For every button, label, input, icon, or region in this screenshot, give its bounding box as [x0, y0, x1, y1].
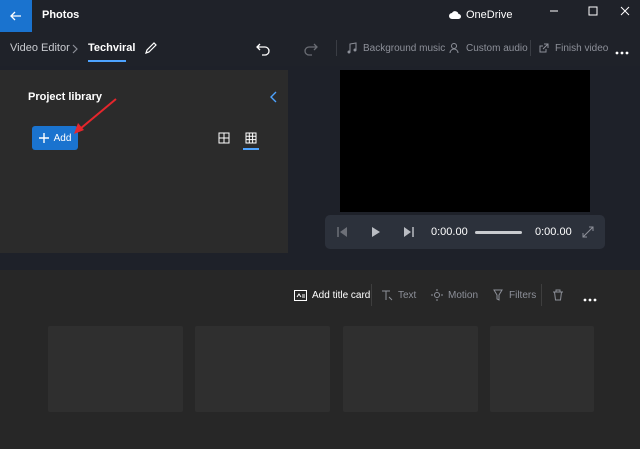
- undo-button[interactable]: [255, 40, 271, 56]
- small-grid-view-button[interactable]: [243, 130, 259, 146]
- text-label: Text: [398, 289, 417, 301]
- filters-label: Filters: [509, 289, 537, 301]
- total-time: 0:00.00: [535, 226, 572, 238]
- more-options-button[interactable]: [614, 44, 630, 55]
- title-card-icon: [294, 289, 307, 301]
- active-view-indicator: [243, 148, 259, 150]
- toolbar-divider: [530, 40, 531, 56]
- delete-button[interactable]: [552, 287, 564, 303]
- annotation-arrow: [74, 98, 117, 134]
- close-icon: [620, 6, 630, 16]
- minimize-icon: [550, 10, 558, 12]
- close-button[interactable]: [605, 0, 640, 22]
- collapse-library-button[interactable]: [268, 90, 280, 103]
- more-icon: [583, 298, 597, 302]
- music-note-icon: [347, 42, 357, 54]
- onedrive-status[interactable]: OneDrive: [449, 7, 512, 23]
- back-button[interactable]: [0, 0, 32, 32]
- arrow-left-icon: [10, 11, 21, 21]
- add-title-card-label: Add title card: [312, 289, 371, 301]
- filters-button[interactable]: Filters: [492, 287, 536, 303]
- project-name-underline: [88, 60, 126, 62]
- add-label: Add: [53, 132, 72, 144]
- chevron-right-icon: [72, 44, 78, 54]
- motion-icon: [431, 289, 443, 301]
- pencil-icon: [145, 42, 157, 54]
- more-icon: [615, 51, 629, 55]
- text-button[interactable]: Text: [381, 287, 416, 303]
- play-button[interactable]: [368, 224, 382, 240]
- rename-button[interactable]: [143, 40, 159, 56]
- video-preview: [340, 70, 590, 212]
- finish-video-button[interactable]: Finish video: [538, 40, 608, 56]
- storyboard-divider: [541, 284, 542, 306]
- finish-video-label: Finish video: [555, 42, 609, 54]
- toolbar-divider: [336, 40, 337, 56]
- skip-back-icon: [337, 227, 347, 237]
- skip-forward-icon: [404, 227, 414, 237]
- minimize-button[interactable]: [534, 0, 574, 22]
- person-audio-icon: [449, 43, 459, 54]
- cloud-icon: [449, 11, 461, 19]
- project-name[interactable]: Techviral: [88, 42, 136, 54]
- trash-icon: [553, 289, 563, 301]
- previous-frame-button[interactable]: [335, 224, 349, 240]
- motion-label: Motion: [448, 289, 479, 301]
- filter-icon: [493, 289, 503, 301]
- export-icon: [539, 43, 549, 53]
- storyboard-divider: [371, 284, 372, 306]
- motion-button[interactable]: Motion: [431, 287, 478, 303]
- redo-button[interactable]: [303, 40, 319, 56]
- storyboard-slot[interactable]: [490, 326, 594, 412]
- redo-icon: [304, 43, 318, 56]
- current-time: 0:00.00: [431, 226, 468, 238]
- chevron-left-icon: [270, 91, 277, 103]
- breadcrumb-video-editor[interactable]: Video Editor: [10, 42, 70, 54]
- grid-large-icon: [218, 132, 230, 144]
- next-frame-button[interactable]: [402, 224, 416, 240]
- plus-icon: [38, 133, 49, 143]
- grid-small-icon: [245, 132, 257, 144]
- background-music-button[interactable]: Background music: [346, 40, 445, 56]
- add-title-card-button[interactable]: Add title card: [294, 287, 370, 303]
- fullscreen-button[interactable]: [581, 224, 595, 240]
- text-icon: [382, 290, 393, 301]
- app-title: Photos: [42, 9, 80, 21]
- scrubber-track[interactable]: [475, 231, 522, 234]
- storyboard-slot[interactable]: [48, 326, 183, 412]
- expand-icon: [582, 226, 594, 238]
- onedrive-label: OneDrive: [466, 9, 513, 21]
- background-music-label: Background music: [363, 42, 446, 54]
- undo-icon: [256, 43, 270, 56]
- custom-audio-label: Custom audio: [466, 42, 528, 54]
- custom-audio-button[interactable]: Custom audio: [449, 40, 528, 56]
- storyboard-more-button[interactable]: [582, 291, 598, 302]
- storyboard-slot[interactable]: [195, 326, 330, 412]
- storyboard-slot[interactable]: [343, 326, 478, 412]
- maximize-icon: [588, 6, 598, 16]
- play-icon: [372, 227, 380, 237]
- large-grid-view-button[interactable]: [216, 130, 232, 146]
